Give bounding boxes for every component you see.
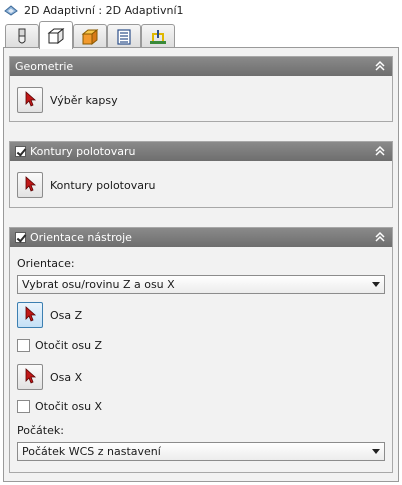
section-stock-contours: Kontury polotovaru Kontury polotovaru — [9, 141, 393, 208]
pick-cursor-icon — [23, 90, 37, 110]
origin-value: Počátek WCS z nastavení — [22, 445, 161, 458]
collapse-icon[interactable] — [374, 60, 386, 72]
collapse-icon[interactable] — [374, 145, 386, 157]
linking-icon — [149, 28, 167, 46]
flip-x-row[interactable]: Otočit osu X — [17, 400, 102, 413]
flip-x-checkbox[interactable] — [17, 400, 30, 413]
tab-heights[interactable] — [73, 24, 107, 48]
axis-x-button[interactable] — [17, 364, 43, 390]
geometry-icon — [47, 27, 65, 45]
section-geometry-header[interactable]: Geometrie — [10, 57, 392, 76]
section-tool-orientation: Orientace nástroje Orientace: Vybrat osu… — [9, 227, 393, 473]
window-titlebar: 2D Adaptivní : 2D Adaptivní1 — [0, 0, 402, 20]
section-geometry: Geometrie Výběr kapsy — [9, 56, 393, 122]
tab-tool[interactable] — [5, 24, 39, 48]
tab-passes[interactable] — [107, 24, 141, 48]
stock-contours-checkbox[interactable] — [15, 146, 26, 157]
axis-z-button[interactable] — [17, 302, 43, 328]
pick-cursor-icon — [23, 367, 37, 387]
flip-z-row[interactable]: Otočit osu Z — [17, 339, 102, 352]
window-title: 2D Adaptivní : 2D Adaptivní1 — [24, 3, 184, 17]
section-tool-orientation-header[interactable]: Orientace nástroje — [10, 228, 392, 247]
tab-geometry[interactable] — [39, 21, 73, 49]
axis-z-label: Osa Z — [50, 309, 83, 322]
origin-label: Počátek: — [17, 424, 64, 437]
pocket-selection-label: Výběr kapsy — [50, 94, 118, 107]
tab-strip — [0, 20, 402, 49]
flip-x-label: Otočit osu X — [35, 400, 103, 413]
stock-contours-button[interactable] — [17, 172, 43, 198]
chevron-down-icon — [372, 449, 380, 454]
stock-contours-label: Kontury polotovaru — [50, 179, 156, 192]
properties-panel: Geometrie Výběr kapsy Kontury polotovaru — [3, 47, 399, 482]
pocket-selection-button[interactable] — [17, 87, 43, 113]
section-stock-contours-title: Kontury polotovaru — [30, 145, 136, 158]
tool-orientation-checkbox[interactable] — [15, 232, 26, 243]
heights-icon — [81, 28, 99, 46]
pick-cursor-icon — [23, 175, 37, 195]
orientation-label: Orientace: — [17, 257, 75, 270]
flip-z-checkbox[interactable] — [17, 339, 30, 352]
adaptive-operation-icon — [4, 3, 18, 17]
tab-linking[interactable] — [141, 24, 175, 48]
axis-x-label: Osa X — [50, 371, 83, 384]
tool-icon — [13, 28, 31, 46]
origin-dropdown[interactable]: Počátek WCS z nastavení — [17, 442, 385, 461]
section-stock-contours-header[interactable]: Kontury polotovaru — [10, 142, 392, 161]
passes-icon — [115, 28, 133, 46]
chevron-down-icon — [372, 282, 380, 287]
collapse-icon[interactable] — [374, 231, 386, 243]
pick-cursor-icon — [23, 305, 37, 325]
flip-z-label: Otočit osu Z — [35, 339, 103, 352]
section-tool-orientation-title: Orientace nástroje — [30, 231, 132, 244]
section-geometry-title: Geometrie — [15, 60, 74, 73]
orientation-value: Vybrat osu/rovinu Z a osu X — [22, 278, 175, 291]
orientation-dropdown[interactable]: Vybrat osu/rovinu Z a osu X — [17, 275, 385, 294]
